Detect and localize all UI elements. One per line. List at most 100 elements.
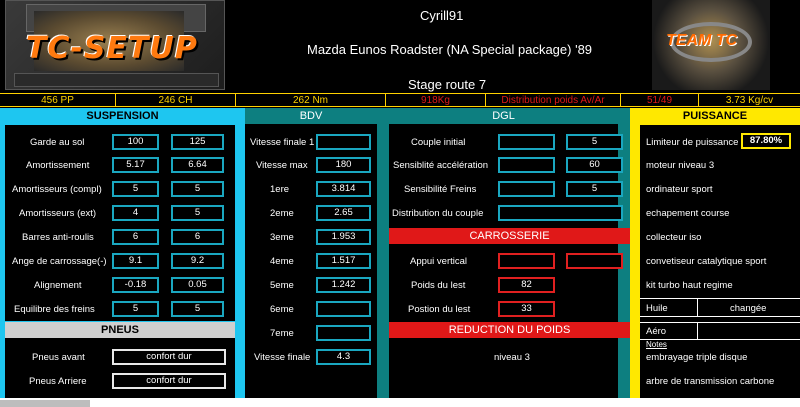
suspension-extension-rear[interactable]: 5 <box>171 205 224 221</box>
suspension-alignment-rear[interactable]: 0.05 <box>171 277 224 293</box>
pneus-header: PNEUS <box>5 322 235 338</box>
bdv-label-gear5: 5eme <box>270 280 294 291</box>
carrosserie-label-ballast: Poids du lest <box>411 280 466 291</box>
suspension-label-alignment: Alignement <box>34 280 82 291</box>
stat-pp: 456 PP <box>41 95 74 106</box>
suspension-header: SUSPENSION <box>0 108 245 124</box>
bdv-label-gear2: 2eme <box>270 208 294 219</box>
suspension-damping-rear[interactable]: 6.64 <box>171 157 224 173</box>
dgl-label-brakes: Sensibilité Freins <box>404 184 477 195</box>
bdv-gear3-value[interactable]: 1.953 <box>316 229 371 245</box>
carrosserie-downforce-a[interactable] <box>498 253 555 269</box>
pneus-label-front: Pneus avant <box>32 352 85 363</box>
huile-label: Huile <box>646 303 668 314</box>
suspension-ground-front[interactable]: 100 <box>112 134 159 150</box>
stat-ch: 246 CH <box>115 94 235 107</box>
suspension-camber-rear[interactable]: 9.2 <box>171 253 224 269</box>
team-tc-text: TEAM TC <box>666 32 738 49</box>
aero-label: Aéro <box>646 326 667 337</box>
suspension-label-ground: Garde au sol <box>30 137 85 148</box>
puissance-item: kit turbo haut regime <box>646 280 733 291</box>
puissance-item: echapement course <box>646 208 730 219</box>
bdv-label-final: Vitesse finale <box>254 352 311 363</box>
bdv-gear7-value[interactable] <box>316 325 371 341</box>
stat-ratio: 3.73 Kg/cv <box>698 94 800 107</box>
dgl-brakes-a[interactable] <box>498 181 555 197</box>
bdv-final-value[interactable]: 4.3 <box>316 349 371 365</box>
dgl-torque-dist-value[interactable] <box>498 205 623 221</box>
suspension-camber-front[interactable]: 9.1 <box>112 253 159 269</box>
puissance-item: moteur niveau 3 <box>646 160 715 171</box>
suspension-damping-front[interactable]: 5.17 <box>112 157 159 173</box>
dgl-initial-a[interactable] <box>498 134 555 150</box>
bdv-gear4-value[interactable]: 1.517 <box>316 253 371 269</box>
bdv-label-gear7: 7eme <box>270 328 294 339</box>
dgl-initial-b[interactable]: 5 <box>566 134 623 150</box>
bdv-label-gear3: 3eme <box>270 232 294 243</box>
sheet-tab[interactable] <box>0 400 90 407</box>
suspension-alignment-front[interactable]: -0.18 <box>112 277 159 293</box>
notes-item: arbre de transmission carbone <box>646 376 775 387</box>
suspension-label-brakes: Equilibre des freins <box>14 304 95 315</box>
stage-name: Stage route 7 <box>408 77 487 92</box>
suspension-antiroll-front[interactable]: 6 <box>112 229 159 245</box>
reduction-header: REDUCTION DU POIDS <box>389 322 630 338</box>
bdv-final1-value[interactable] <box>316 134 371 150</box>
bdv-label-final1: Vitesse finale 1 <box>250 137 315 148</box>
notes-item: embrayage triple disque <box>646 352 748 363</box>
dgl-accel-b[interactable]: 60 <box>566 157 623 173</box>
dgl-brakes-b[interactable]: 5 <box>566 181 623 197</box>
suspension-compression-rear[interactable]: 5 <box>171 181 224 197</box>
pneus-front-value[interactable]: confort dur <box>112 349 226 365</box>
suspension-compression-front[interactable]: 5 <box>112 181 159 197</box>
suspension-brakes-front[interactable]: 5 <box>112 301 159 317</box>
dgl-label-accel: Sensiblité accélération <box>393 160 489 171</box>
suspension-label-extension: Amortisseurs (ext) <box>19 208 97 219</box>
pneus-label-rear: Pneus Arriere <box>29 376 87 387</box>
carrosserie-ballast-pos-value[interactable]: 33 <box>498 301 555 317</box>
suspension-extension-front[interactable]: 4 <box>112 205 159 221</box>
dgl-header: DGL <box>389 108 618 124</box>
puissance-limiter-label: Limiteur de puissance <box>646 137 739 148</box>
suspension-antiroll-rear[interactable]: 6 <box>171 229 224 245</box>
suspension-label-compression: Amortisseurs (compl) <box>12 184 102 195</box>
tc-setup-logo: TC-SETUP <box>5 0 225 90</box>
bdv-gear6-value[interactable] <box>316 301 371 317</box>
carrosserie-downforce-b[interactable] <box>566 253 623 269</box>
stat-distribution-label: Distribution poids Av/Ar <box>485 94 620 107</box>
bdv-label-maxspeed: Vitesse max <box>256 160 308 171</box>
suspension-label-damping: Amortissement <box>26 160 90 171</box>
notes-label: Notes <box>646 340 667 349</box>
dgl-label-initial: Couple initial <box>411 137 466 148</box>
bdv-label-gear6: 6eme <box>270 304 294 315</box>
huile-value: changée <box>730 303 767 314</box>
stat-weight: 918Kg <box>385 94 485 107</box>
carrosserie-ballast-value[interactable]: 82 <box>498 277 555 293</box>
bdv-label-gear4: 4eme <box>270 256 294 267</box>
bdv-maxspeed-value[interactable]: 180 <box>316 157 371 173</box>
puissance-item: ordinateur sport <box>646 184 713 195</box>
carrosserie-label-ballast-pos: Postion du lest <box>408 304 471 315</box>
user-name: Cyrill91 <box>420 8 464 23</box>
suspension-label-antiroll: Barres anti-roulis <box>22 232 94 243</box>
suspension-brakes-rear[interactable]: 5 <box>171 301 224 317</box>
dgl-label-torque-dist: Distribution du couple <box>392 208 484 219</box>
bdv-gear5-value[interactable]: 1.242 <box>316 277 371 293</box>
stat-distribution-value: 51/49 <box>620 94 698 107</box>
puissance-limiter-value[interactable]: 87.80% <box>741 133 791 149</box>
suspension-ground-rear[interactable]: 125 <box>171 134 224 150</box>
car-name: Mazda Eunos Roadster (NA Special package… <box>307 42 593 57</box>
pneus-rear-value[interactable]: confort dur <box>112 373 226 389</box>
puissance-item: collecteur iso <box>646 232 702 243</box>
bdv-gear2-value[interactable]: 2.65 <box>316 205 371 221</box>
reduction-value: niveau 3 <box>494 352 530 363</box>
team-tc-logo: TEAM TC <box>652 0 770 90</box>
logo-text: TC-SETUP <box>26 31 198 66</box>
bdv-gear1-value[interactable]: 3.814 <box>316 181 371 197</box>
stats-bar: 456 PP 246 CH 262 Nm 918Kg Distribution … <box>0 93 800 107</box>
carrosserie-label-downforce: Appui vertical <box>410 256 468 267</box>
bdv-header: BDV <box>245 108 377 124</box>
carrosserie-header: CARROSSERIE <box>389 228 630 244</box>
puissance-item: convetiseur catalytique sport <box>646 256 767 267</box>
dgl-accel-a[interactable] <box>498 157 555 173</box>
